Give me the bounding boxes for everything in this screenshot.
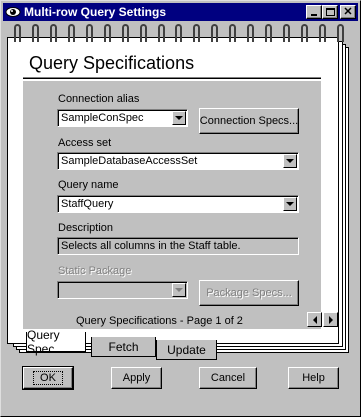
chevron-down-icon [175,288,183,292]
package-specs-button[interactable]: Package Specs... [199,280,299,306]
query-name-value: StaffQuery [61,198,114,210]
ring-icon [103,24,111,42]
chevron-down-icon [286,202,294,206]
arrow-left-icon [312,315,317,324]
ring-icon [211,24,219,42]
connection-alias-label: Connection alias [58,93,140,105]
tab-fetch[interactable]: Fetch [91,337,156,357]
window-title: Multi-row Query Settings [24,5,167,19]
connection-alias-select[interactable]: SampleConSpec [57,109,188,127]
ring-icon [336,24,344,42]
close-icon: ✕ [343,5,353,18]
ring-icon [175,24,183,42]
description-label: Description [58,222,114,234]
access-set-label: Access set [58,137,112,149]
dropdown-button[interactable] [172,283,186,297]
dialog-window: Multi-row Query Settings ✕ Query Specifi… [0,0,361,417]
query-name-label: Query name [58,179,119,191]
tab-update[interactable]: Update [156,340,217,360]
ok-button[interactable]: OK [22,366,74,390]
arrow-right-icon [328,315,333,324]
dropdown-button[interactable] [172,111,186,125]
connection-specs-button[interactable]: Connection Specs... [199,108,299,134]
ring-icon [301,24,308,42]
help-button[interactable]: Help [288,367,339,389]
page-indicator: Query Specifications - Page 1 of 2 [76,315,243,327]
dropdown-button[interactable] [283,197,297,211]
ring-icon [193,24,201,42]
eye-icon[interactable] [5,4,21,20]
minimize-button[interactable] [306,5,322,19]
description-value: Selects all columns in the Staff table. [61,240,241,252]
ok-button-label: OK [33,371,63,385]
tab-query-spec[interactable]: Query Spec [26,328,86,356]
next-page-button[interactable] [323,312,338,327]
cancel-button[interactable]: Cancel [199,367,257,389]
previous-page-button[interactable] [307,312,322,327]
query-name-select[interactable]: StaffQuery [57,195,299,213]
static-package-label: Static Package [58,265,132,277]
page-title: Query Specifications [29,53,195,73]
minimize-icon [311,14,317,16]
title-divider [23,77,321,79]
ring-icon [121,24,129,42]
ring-icon [283,24,291,42]
ring-icon [247,24,255,42]
maximize-icon [325,8,335,16]
static-package-select[interactable] [57,281,188,299]
ring-icon [265,24,273,42]
chevron-down-icon [175,116,183,120]
dropdown-button[interactable] [283,154,297,168]
ring-icon [14,24,21,42]
ring-icon [139,24,147,42]
connection-alias-value: SampleConSpec [61,112,144,124]
access-set-value: SampleDatabaseAccessSet [61,155,198,167]
ring-icon [67,24,75,42]
ring-icon [318,24,326,42]
ring-icon [157,24,165,42]
ring-icon [49,24,57,42]
title-bar[interactable]: Multi-row Query Settings ✕ [3,3,358,21]
description-field: Selects all columns in the Staff table. [57,237,299,255]
maximize-button[interactable] [322,5,338,19]
access-set-select[interactable]: SampleDatabaseAccessSet [57,152,299,170]
apply-button[interactable]: Apply [111,367,162,389]
ring-icon [229,24,237,42]
chevron-down-icon [286,159,294,163]
ring-icon [31,24,39,42]
notebook-rings [14,24,344,44]
close-button[interactable]: ✕ [340,5,356,19]
ring-icon [85,24,93,42]
